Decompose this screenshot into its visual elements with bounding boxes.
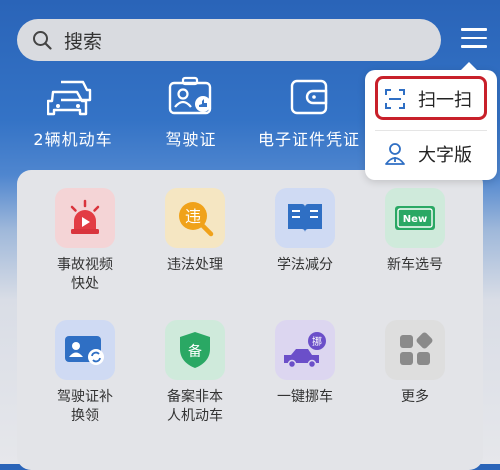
- service-move-car[interactable]: 挪 一键挪车: [255, 320, 355, 407]
- driver-license-icon: [168, 76, 212, 115]
- svg-text:备: 备: [188, 343, 202, 360]
- top-nav-label: 驾驶证: [165, 130, 217, 149]
- service-label: 备案非本人机动车: [167, 389, 223, 424]
- svg-text:New: New: [403, 214, 427, 225]
- popup-menu: 扫一扫 大字版: [365, 62, 497, 180]
- service-violation[interactable]: 违 违法处理: [145, 188, 245, 275]
- top-nav-label: 电子证件凭证: [257, 130, 360, 149]
- cars-icon: [47, 80, 92, 116]
- service-license-replace[interactable]: 驾驶证补换领: [35, 320, 135, 426]
- more-icon: [385, 320, 445, 380]
- top-nav-vehicles[interactable]: 2辆机动车: [13, 76, 133, 150]
- service-label: 一键挪车: [277, 389, 333, 405]
- top-nav-e-certificate[interactable]: 电子证件凭证: [249, 76, 369, 150]
- menu-item-scan[interactable]: 扫一扫: [365, 76, 497, 121]
- menu-item-label: 扫一扫: [418, 89, 472, 111]
- svg-text:违: 违: [185, 207, 201, 226]
- service-label: 学法减分: [277, 257, 333, 273]
- shield-icon: 备: [165, 320, 225, 380]
- new-plate-icon: New: [385, 188, 445, 248]
- service-label: 更多: [401, 389, 429, 405]
- violation-icon: 违: [165, 188, 225, 248]
- person-icon: [385, 142, 405, 165]
- service-panel: 事故视频快处 违 违法处理 学法减分 New 新车选号 驾驶证补换领 备 备案非…: [17, 170, 483, 470]
- service-study-law[interactable]: 学法减分: [255, 188, 355, 275]
- tow-truck-icon: 挪: [275, 320, 335, 380]
- service-label: 驾驶证补换领: [57, 389, 113, 424]
- license-card-icon: [55, 320, 115, 380]
- search-input[interactable]: 搜索: [64, 27, 102, 54]
- service-label: 事故视频快处: [57, 257, 113, 292]
- wallet-icon: [290, 79, 328, 115]
- siren-icon: [55, 188, 115, 248]
- service-new-car-plate[interactable]: New 新车选号: [365, 188, 465, 275]
- service-more[interactable]: 更多: [365, 320, 465, 407]
- service-accident[interactable]: 事故视频快处: [35, 188, 135, 294]
- top-nav-label: 2辆机动车: [33, 130, 113, 149]
- menu-item-label: 大字版: [418, 144, 472, 166]
- search-bar[interactable]: 搜索: [17, 19, 441, 61]
- top-nav-license[interactable]: 驾驶证: [131, 76, 251, 150]
- service-label: 新车选号: [387, 257, 443, 273]
- book-icon: [275, 188, 335, 248]
- search-icon: [33, 31, 52, 50]
- menu-item-large-font[interactable]: 大字版: [365, 131, 497, 176]
- service-register-vehicle[interactable]: 备 备案非本人机动车: [145, 320, 245, 426]
- scan-icon: [385, 88, 405, 109]
- service-label: 违法处理: [167, 257, 223, 273]
- svg-text:挪: 挪: [312, 335, 322, 348]
- menu-icon[interactable]: [461, 28, 487, 50]
